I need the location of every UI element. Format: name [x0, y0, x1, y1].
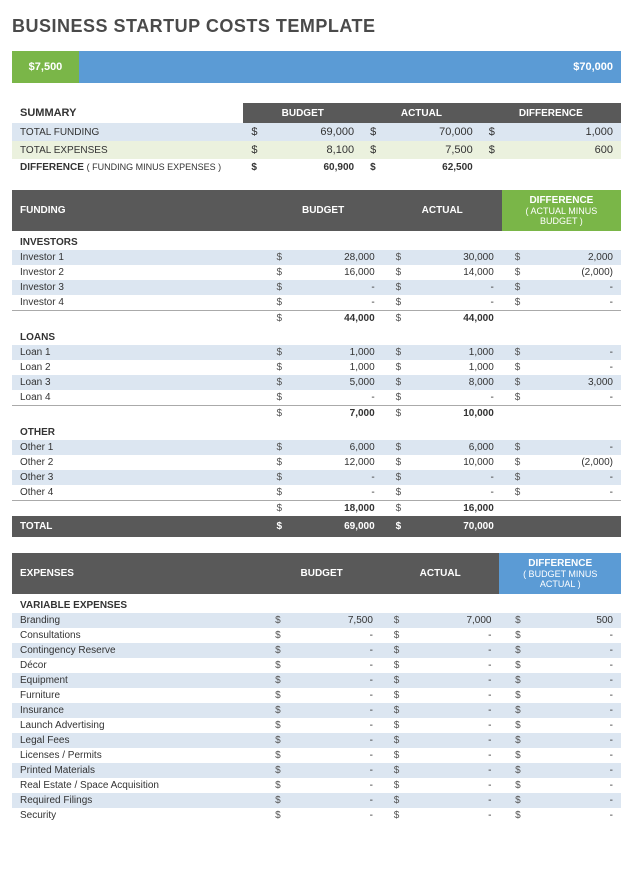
table-row: Licenses / Permits — [12, 748, 262, 763]
table-row: Required Filings — [12, 793, 262, 808]
table-row: Insurance — [12, 703, 262, 718]
summary-table: SUMMARY BUDGET ACTUAL DIFFERENCE TOTAL F… — [12, 103, 621, 176]
progress-bar: $7,500 $70,000 — [12, 51, 621, 83]
summary-header: SUMMARY — [12, 103, 243, 123]
progress-bar-fill: $7,500 — [12, 51, 79, 83]
funding-col-label: FUNDING — [12, 190, 264, 231]
table-row: Loan 1 — [12, 345, 264, 360]
progress-end-label: $70,000 — [573, 61, 613, 73]
table-row: Investor 3 — [12, 280, 264, 295]
summary-row-label: TOTAL FUNDING — [12, 123, 243, 141]
summary-difference-header: DIFFERENCE — [481, 103, 621, 123]
funding-col-difference: DIFFERENCE( ACTUAL MINUS BUDGET ) — [502, 190, 621, 231]
summary-budget-header: BUDGET — [243, 103, 362, 123]
difference-row-label: DIFFERENCE ( FUNDING MINUS EXPENSES ) — [12, 159, 243, 176]
summary-actual-header: ACTUAL — [362, 103, 481, 123]
table-row: Furniture — [12, 688, 262, 703]
table-row: Investor 4 — [12, 295, 264, 311]
table-row: Décor — [12, 658, 262, 673]
table-row: Printed Materials — [12, 763, 262, 778]
page-title: BUSINESS STARTUP COSTS TEMPLATE — [12, 16, 621, 37]
table-row: Launch Advertising — [12, 718, 262, 733]
table-row: Equipment — [12, 673, 262, 688]
expenses-col-actual: ACTUAL — [381, 553, 500, 594]
funding-col-budget: BUDGET — [264, 190, 383, 231]
table-row: Security — [12, 808, 262, 823]
summary-row-label: TOTAL EXPENSES — [12, 141, 243, 159]
table-row: Branding — [12, 613, 262, 628]
funding-table: FUNDING BUDGET ACTUAL DIFFERENCE( ACTUAL… — [12, 190, 621, 537]
expenses-section-header: VARIABLE EXPENSES — [12, 594, 621, 613]
progress-start-label: $7,500 — [29, 61, 63, 73]
table-row: Contingency Reserve — [12, 643, 262, 658]
section-header: OTHER — [12, 421, 621, 440]
table-row: Loan 4 — [12, 390, 264, 406]
table-row: Loan 3 — [12, 375, 264, 390]
table-row: Other 1 — [12, 440, 264, 455]
expenses-col-budget: BUDGET — [262, 553, 381, 594]
section-header: INVESTORS — [12, 231, 621, 250]
table-row: Consultations — [12, 628, 262, 643]
table-row: Investor 2 — [12, 265, 264, 280]
table-row: Loan 2 — [12, 360, 264, 375]
table-row: Other 2 — [12, 455, 264, 470]
table-row: Other 3 — [12, 470, 264, 485]
table-row: Real Estate / Space Acquisition — [12, 778, 262, 793]
table-row: Investor 1 — [12, 250, 264, 265]
expenses-col-difference: DIFFERENCE( BUDGET MINUS ACTUAL ) — [499, 553, 621, 594]
section-header: LOANS — [12, 326, 621, 345]
total-label: TOTAL — [12, 516, 264, 537]
expenses-col-label: EXPENSES — [12, 553, 262, 594]
table-row: Other 4 — [12, 485, 264, 501]
table-row: Legal Fees — [12, 733, 262, 748]
expenses-table: EXPENSES BUDGET ACTUAL DIFFERENCE( BUDGE… — [12, 553, 621, 823]
funding-col-actual: ACTUAL — [383, 190, 502, 231]
